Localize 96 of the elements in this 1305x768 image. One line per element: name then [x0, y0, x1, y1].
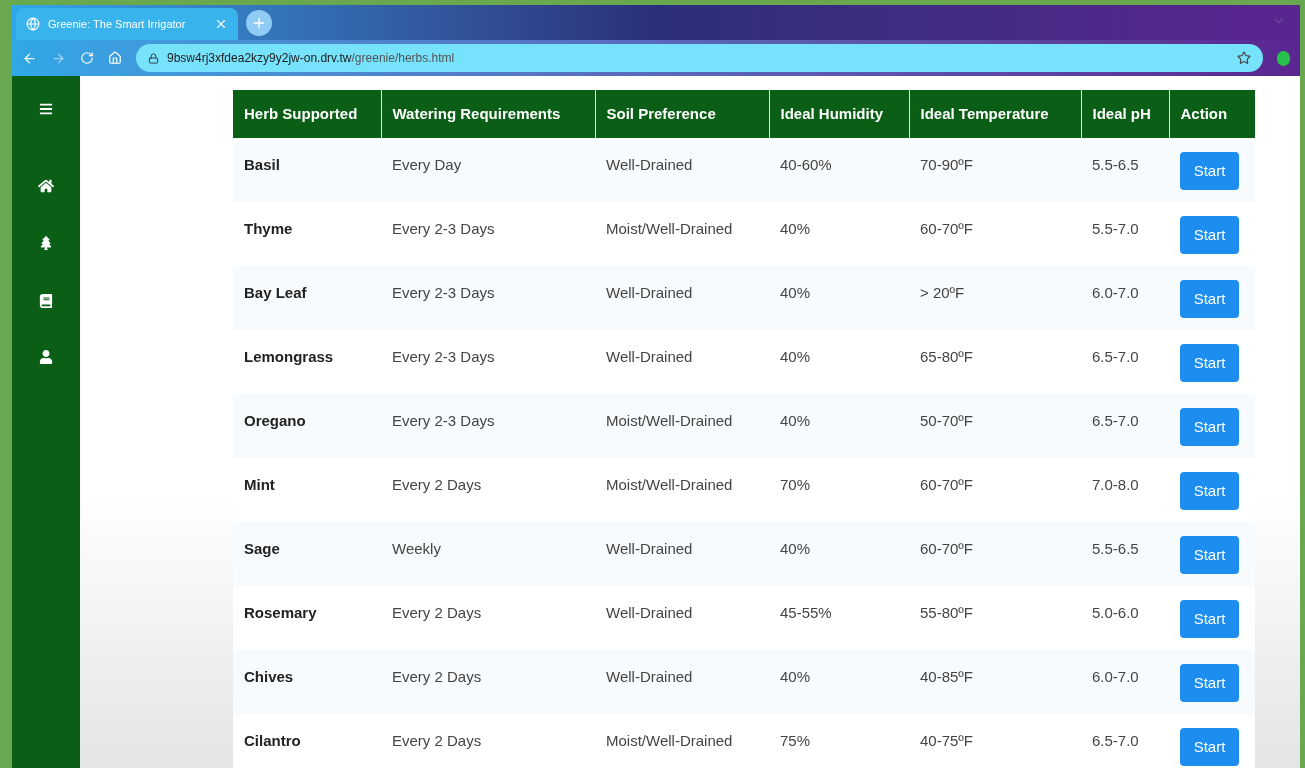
table-cell: 40% — [769, 330, 909, 394]
bookmark-star-icon[interactable] — [1237, 51, 1251, 65]
table-cell: 6.0-7.0 — [1081, 266, 1169, 330]
herb-name: Rosemary — [233, 586, 381, 650]
table-cell: 70% — [769, 458, 909, 522]
column-header: Ideal pH — [1081, 90, 1169, 138]
table-cell: 6.5-7.0 — [1081, 714, 1169, 768]
table-cell: Every 2 Days — [381, 650, 595, 714]
table-cell: Every Day — [381, 138, 595, 202]
start-button[interactable]: Start — [1180, 600, 1239, 638]
globe-icon — [26, 17, 40, 31]
table-cell: Well-Drained — [595, 522, 769, 586]
address-bar[interactable]: 9bsw4rj3xfdea2kzy9y2jw-on.drv.tw/greenie/herbs.html — [136, 44, 1263, 72]
herb-name: Lemongrass — [233, 330, 381, 394]
back-icon[interactable] — [22, 50, 37, 66]
start-button[interactable]: Start — [1180, 280, 1239, 318]
column-header: Ideal Humidity — [769, 90, 909, 138]
herb-name: Basil — [233, 138, 381, 202]
start-button[interactable]: Start — [1180, 472, 1239, 510]
user-icon[interactable] — [39, 350, 53, 364]
table-cell: 60-70ºF — [909, 458, 1081, 522]
table-cell: Weekly — [381, 522, 595, 586]
start-button[interactable]: Start — [1180, 664, 1239, 702]
table-cell: 55-80ºF — [909, 586, 1081, 650]
table-cell: Moist/Well-Drained — [595, 458, 769, 522]
extension-icon[interactable] — [1277, 50, 1290, 66]
tree-icon[interactable] — [39, 236, 53, 250]
column-header: Herb Supported — [233, 90, 381, 138]
table-cell: Moist/Well-Drained — [595, 394, 769, 458]
new-tab-button[interactable] — [246, 10, 272, 36]
table-cell: 5.5-6.5 — [1081, 138, 1169, 202]
table-cell: 40-85ºF — [909, 650, 1081, 714]
table-cell: 40-60% — [769, 138, 909, 202]
table-cell: 40% — [769, 394, 909, 458]
herb-name: Sage — [233, 522, 381, 586]
book-icon[interactable] — [39, 294, 53, 308]
start-button[interactable]: Start — [1180, 216, 1239, 254]
table-cell: Every 2-3 Days — [381, 266, 595, 330]
table-cell: Every 2-3 Days — [381, 330, 595, 394]
menu-icon[interactable] — [39, 102, 53, 116]
column-header: Ideal Temperature — [909, 90, 1081, 138]
table-cell: 50-70ºF — [909, 394, 1081, 458]
table-cell: 5.0-6.0 — [1081, 586, 1169, 650]
start-button[interactable]: Start — [1180, 408, 1239, 446]
table-cell: Every 2 Days — [381, 458, 595, 522]
column-header: Soil Preference — [595, 90, 769, 138]
table-cell: Every 2-3 Days — [381, 202, 595, 266]
table-cell: Well-Drained — [595, 650, 769, 714]
column-header: Watering Requirements — [381, 90, 595, 138]
table-cell: 40-75ºF — [909, 714, 1081, 768]
herb-name: Thyme — [233, 202, 381, 266]
table-cell: 70-90ºF — [909, 138, 1081, 202]
table-cell: 6.0-7.0 — [1081, 650, 1169, 714]
table-cell: 45-55% — [769, 586, 909, 650]
start-button[interactable]: Start — [1180, 536, 1239, 574]
table-cell: 6.5-7.0 — [1081, 330, 1169, 394]
reload-icon[interactable] — [80, 51, 94, 65]
start-button[interactable]: Start — [1180, 728, 1239, 766]
table-cell: 5.5-7.0 — [1081, 202, 1169, 266]
table-cell: Every 2-3 Days — [381, 394, 595, 458]
herb-name: Bay Leaf — [233, 266, 381, 330]
table-cell: 60-70ºF — [909, 522, 1081, 586]
herb-name: Mint — [233, 458, 381, 522]
table-cell: 40% — [769, 202, 909, 266]
table-cell: Moist/Well-Drained — [595, 202, 769, 266]
table-cell: Every 2 Days — [381, 586, 595, 650]
table-cell: Well-Drained — [595, 266, 769, 330]
table-cell: Well-Drained — [595, 586, 769, 650]
table-cell: 6.5-7.0 — [1081, 394, 1169, 458]
table-cell: > 20ºF — [909, 266, 1081, 330]
table-cell: 40% — [769, 650, 909, 714]
lock-icon — [148, 52, 159, 64]
table-cell: Moist/Well-Drained — [595, 714, 769, 768]
tab-title: Greenie: The Smart Irrigator — [48, 16, 187, 32]
table-cell: 7.0-8.0 — [1081, 458, 1169, 522]
table-cell: 40% — [769, 522, 909, 586]
herb-name: Oregano — [233, 394, 381, 458]
close-icon[interactable] — [214, 17, 228, 31]
column-header: Action — [1169, 90, 1255, 138]
home-icon[interactable] — [38, 178, 54, 194]
table-cell: Well-Drained — [595, 330, 769, 394]
table-cell: 65-80ºF — [909, 330, 1081, 394]
herb-name: Cilantro — [233, 714, 381, 768]
plus-icon — [251, 15, 267, 31]
table-cell: 60-70ºF — [909, 202, 1081, 266]
herb-name: Chives — [233, 650, 381, 714]
start-button[interactable]: Start — [1180, 344, 1239, 382]
url-path: /greenie/herbs.html — [351, 50, 455, 67]
url-host: 9bsw4rj3xfdea2kzy9y2jw-on.drv.tw — [167, 50, 352, 67]
table-cell: Every 2 Days — [381, 714, 595, 768]
table-cell: Well-Drained — [595, 138, 769, 202]
table-cell: 75% — [769, 714, 909, 768]
start-button[interactable]: Start — [1180, 152, 1239, 190]
table-cell: 40% — [769, 266, 909, 330]
browser-tab[interactable]: Greenie: The Smart Irrigator — [16, 8, 238, 40]
table-cell: 5.5-6.5 — [1081, 522, 1169, 586]
